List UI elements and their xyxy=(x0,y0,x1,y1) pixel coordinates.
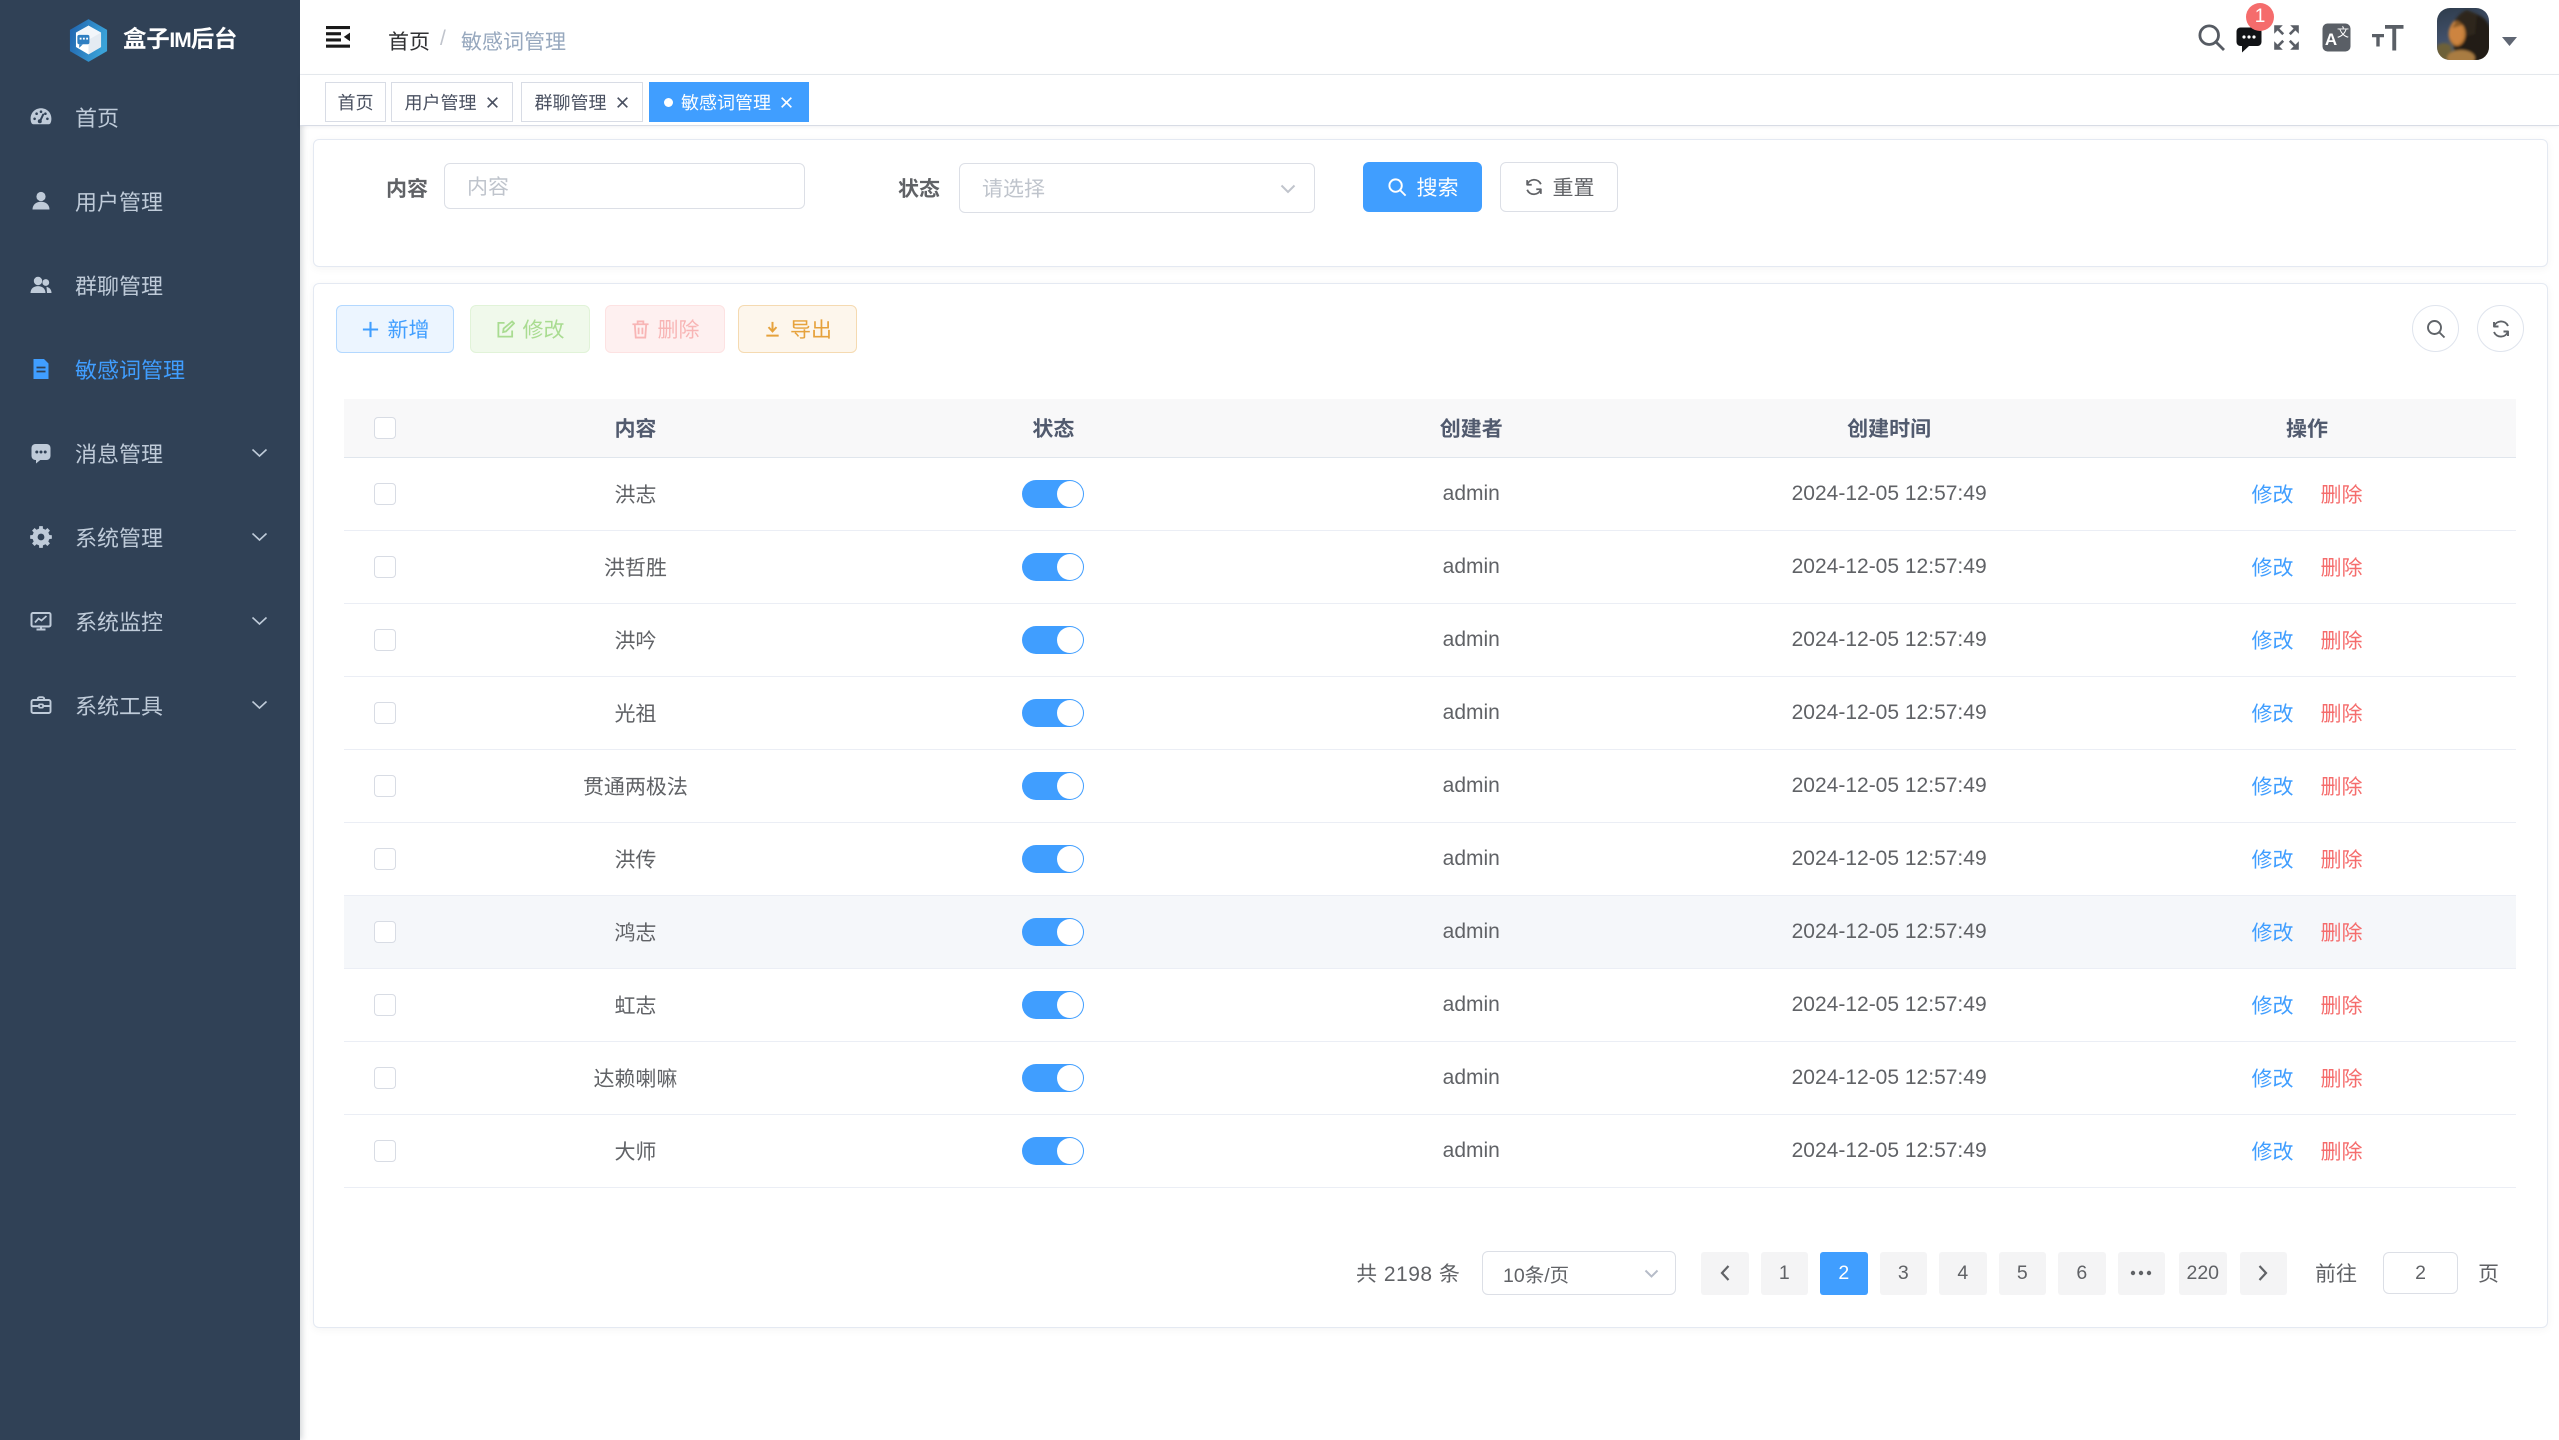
svg-text:文: 文 xyxy=(2337,24,2349,41)
svg-text:A: A xyxy=(2325,30,2337,49)
